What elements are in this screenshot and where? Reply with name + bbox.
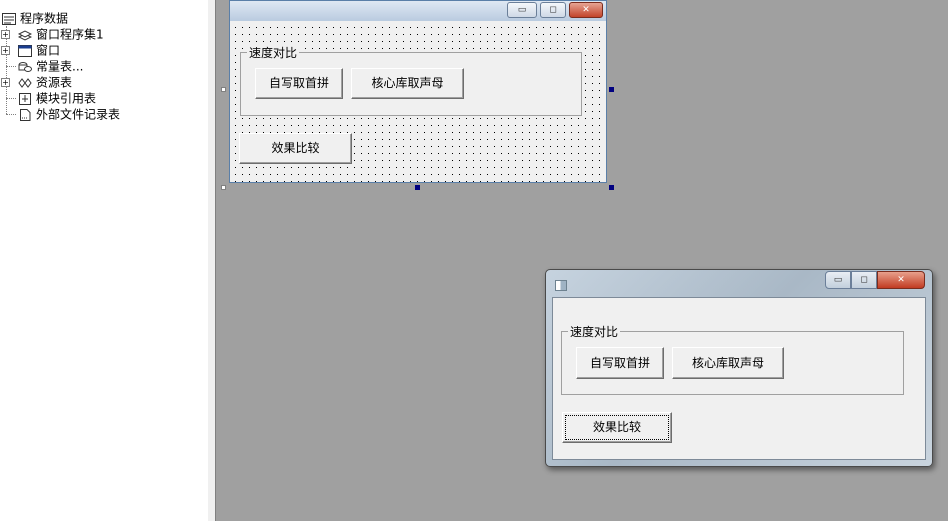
minimize-icon[interactable]: ▭ xyxy=(825,271,851,289)
tree-connector xyxy=(6,26,7,114)
groupbox-label: 速度对比 xyxy=(568,323,621,340)
expand-icon[interactable]: + xyxy=(1,46,10,55)
tree-connector xyxy=(6,66,16,67)
window-icon xyxy=(18,44,32,57)
tree-item-label: 资源表 xyxy=(36,75,73,90)
resource-icon xyxy=(18,77,32,89)
tree-item-file-record[interactable]: 外部文件记录表 xyxy=(6,106,121,122)
core-lib-initials-button[interactable]: 核心库取声母 xyxy=(351,68,464,99)
resize-handle[interactable] xyxy=(609,87,614,92)
maximize-icon[interactable]: ◻ xyxy=(851,271,877,289)
program-data-icon xyxy=(2,12,16,25)
resize-handle[interactable] xyxy=(415,185,420,190)
tree-root-label: 程序数据 xyxy=(20,11,69,26)
minimize-icon[interactable]: ▭ xyxy=(507,2,537,18)
self-pinyin-button[interactable]: 自写取首拼 xyxy=(255,68,343,99)
tree-item-label: 模块引用表 xyxy=(36,91,97,106)
designer-form[interactable]: ▭ ◻ ✕ 速度对比 自写取首拼 核心库取声母 效果比较 xyxy=(229,0,607,183)
core-lib-initials-button[interactable]: 核心库取声母 xyxy=(672,347,784,379)
self-pinyin-button[interactable]: 自写取首拼 xyxy=(576,347,664,379)
tree-item-module-ref[interactable]: 模块引用表 xyxy=(6,90,97,106)
tree-item-label: 窗口程序集1 xyxy=(36,27,104,42)
resize-handle[interactable] xyxy=(221,185,226,190)
assembly-icon xyxy=(17,29,33,41)
tree-item-label: 常量表... xyxy=(36,59,84,74)
runtime-window[interactable]: ▭ ◻ ✕ 速度对比 自写取首拼 核心库取声母 效果比较 xyxy=(545,269,933,467)
tree-item-constants[interactable]: 常量表... xyxy=(6,58,84,74)
window-app-icon xyxy=(555,280,567,291)
tree-connector xyxy=(6,114,16,115)
close-icon[interactable]: ✕ xyxy=(569,2,603,18)
designer-titlebar[interactable]: ▭ ◻ ✕ xyxy=(230,1,606,21)
constants-icon xyxy=(18,61,32,73)
resize-handle[interactable] xyxy=(609,185,614,190)
resize-handle[interactable] xyxy=(221,87,226,92)
tree-root[interactable]: 程序数据 xyxy=(2,10,68,26)
maximize-icon[interactable]: ◻ xyxy=(540,2,566,18)
file-record-icon xyxy=(18,108,32,121)
tree-item-resources[interactable]: + 资源表 xyxy=(1,74,73,90)
tree-item-window[interactable]: + 窗口 xyxy=(1,42,61,58)
close-icon[interactable]: ✕ xyxy=(877,271,925,289)
tree-item-label: 窗口 xyxy=(36,43,61,58)
compare-effect-button[interactable]: 效果比较 xyxy=(562,412,672,443)
panel-splitter[interactable] xyxy=(207,0,216,521)
expand-icon[interactable]: + xyxy=(1,30,10,39)
program-data-tree[interactable]: 程序数据 + 窗口程序集1 + 窗口 常量表... + 资源表 模块引用表 外部… xyxy=(0,0,208,521)
module-ref-icon xyxy=(18,92,32,105)
groupbox-label: 速度对比 xyxy=(247,44,300,61)
tree-item-label: 外部文件记录表 xyxy=(36,107,121,122)
compare-effect-button[interactable]: 效果比较 xyxy=(239,133,352,164)
tree-connector xyxy=(6,98,16,99)
expand-icon[interactable]: + xyxy=(1,78,10,87)
tree-item-assembly[interactable]: + 窗口程序集1 xyxy=(1,26,104,42)
runtime-client-area: 速度对比 自写取首拼 核心库取声母 效果比较 xyxy=(552,297,926,460)
